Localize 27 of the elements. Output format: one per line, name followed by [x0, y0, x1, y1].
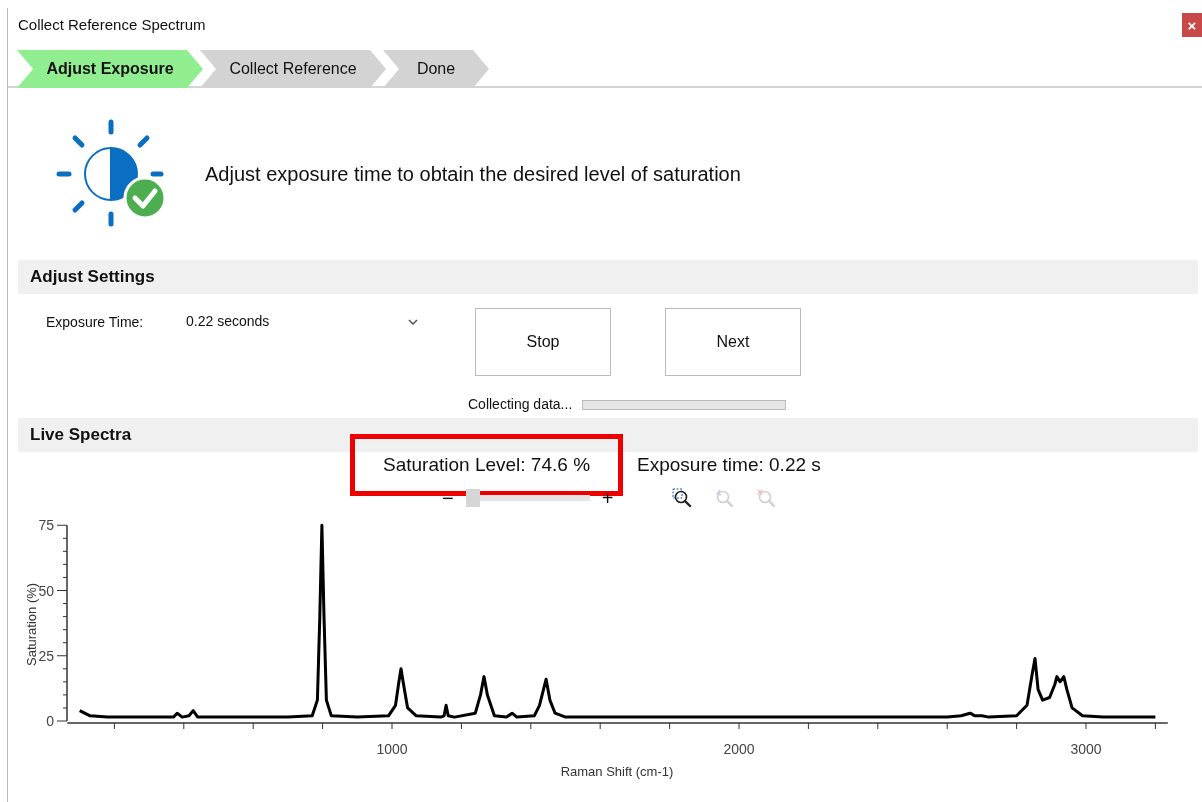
- y-tick-label: 0: [46, 713, 54, 729]
- slider-thumb[interactable]: [465, 489, 480, 507]
- action-button[interactable]: Stop: [475, 308, 611, 376]
- y-tick-label: 75: [38, 517, 54, 534]
- y-tick-label: 25: [38, 647, 54, 664]
- x-axis-title: Raman Shift (cm-1): [560, 764, 674, 779]
- exposure-label: Exposure Time:: [46, 313, 145, 332]
- x-tick-label: 1000: [376, 741, 408, 757]
- window-title: Collect Reference Spectrum: [18, 14, 206, 35]
- section-header: Live Spectra: [18, 418, 1198, 452]
- step-tab[interactable]: Done: [383, 50, 489, 88]
- exposure-readout: Exposure time: 0.22 s: [637, 452, 821, 477]
- y-tick-label: 50: [38, 582, 54, 599]
- caret-icon: [408, 317, 418, 326]
- section-header: Adjust Settings: [18, 260, 1198, 294]
- zoom-region-icon[interactable]: [671, 487, 694, 509]
- close-button[interactable]: ×: [1182, 13, 1202, 37]
- action-button[interactable]: Next: [665, 308, 801, 376]
- exposure-dropdown[interactable]: 0.22 seconds: [186, 311, 418, 332]
- step-tab[interactable]: Adjust Exposure: [17, 50, 203, 88]
- instruction-text: Adjust exposure time to obtain the desired level of saturation: [205, 162, 741, 187]
- x-tick-label: 2000: [723, 741, 755, 757]
- x-tick-label: 3000: [1070, 741, 1102, 757]
- y-axis-title: Saturation (%): [24, 582, 39, 666]
- progress-label: Collecting data...: [468, 395, 573, 414]
- zoom-slider[interactable]: [465, 489, 590, 507]
- step-tab[interactable]: Collect Reference: [200, 50, 386, 88]
